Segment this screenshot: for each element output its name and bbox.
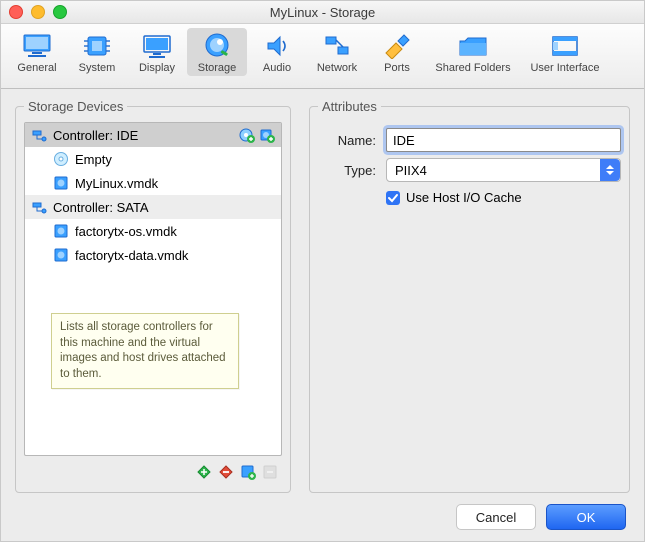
tab-label: General [17, 62, 56, 74]
body: Storage Devices Controller: IDE [1, 89, 644, 493]
dialog-buttons: Cancel OK [1, 493, 644, 541]
tree-label: MyLinux.vmdk [75, 176, 158, 191]
tree-item-mylinux-vmdk[interactable]: MyLinux.vmdk [25, 171, 281, 195]
ok-button[interactable]: OK [546, 504, 626, 530]
tree-label: factorytx-data.vmdk [75, 248, 188, 263]
display-icon [142, 30, 172, 62]
disk-image-icon [53, 223, 69, 239]
ports-icon [382, 30, 412, 62]
hard-drive-icon [202, 30, 232, 62]
attributes-panel-wrap: Attributes Name: Type: PIIX4 [309, 99, 630, 493]
settings-window: MyLinux - Storage General System Display… [0, 0, 645, 542]
window-layout-icon [548, 30, 582, 62]
add-optical-drive-button[interactable] [239, 127, 255, 143]
tab-label: Ports [384, 62, 410, 74]
tree-label: Empty [75, 152, 112, 167]
chevron-up-down-icon [600, 159, 620, 181]
folder-icon [456, 30, 490, 62]
storage-actions [24, 456, 282, 484]
tab-label: Display [139, 62, 175, 74]
add-attachment-button[interactable] [240, 464, 256, 480]
tab-storage[interactable]: Storage [187, 28, 247, 76]
tree-item-factorytx-os[interactable]: factorytx-os.vmdk [25, 219, 281, 243]
tab-system[interactable]: System [67, 28, 127, 76]
network-icon [322, 30, 352, 62]
tab-label: System [79, 62, 116, 74]
disk-image-icon [53, 247, 69, 263]
tree-label: Controller: SATA [53, 200, 149, 215]
attributes-panel: Attributes Name: Type: PIIX4 [309, 99, 630, 493]
host-io-checkbox[interactable] [386, 191, 400, 205]
settings-toolbar: General System Display Storage Audio [1, 24, 644, 89]
storage-devices-panel: Storage Devices Controller: IDE [15, 99, 291, 493]
disk-image-icon [53, 175, 69, 191]
tab-label: Shared Folders [435, 62, 510, 74]
controller-sata[interactable]: Controller: SATA [25, 195, 281, 219]
tree-item-empty[interactable]: Empty [25, 147, 281, 171]
remove-controller-button[interactable] [218, 464, 234, 480]
optical-disk-icon [53, 151, 69, 167]
cancel-button[interactable]: Cancel [456, 504, 536, 530]
type-label: Type: [318, 163, 376, 178]
attributes-title: Attributes [318, 99, 381, 114]
monitor-icon [22, 30, 52, 62]
speaker-icon [262, 30, 292, 62]
tab-label: Network [317, 62, 357, 74]
close-window-button[interactable] [9, 5, 23, 19]
tab-general[interactable]: General [7, 28, 67, 76]
controller-icon [31, 199, 47, 215]
controller-ide[interactable]: Controller: IDE [25, 123, 281, 147]
remove-attachment-button[interactable] [262, 464, 278, 480]
button-label: OK [577, 510, 596, 525]
host-io-row: Use Host I/O Cache [386, 190, 621, 205]
chip-icon [82, 30, 112, 62]
tab-label: Audio [263, 62, 291, 74]
name-row: Name: [318, 128, 621, 152]
tab-label: User Interface [530, 62, 599, 74]
type-row: Type: PIIX4 [318, 158, 621, 182]
window-controls [9, 5, 67, 19]
tab-ports[interactable]: Ports [367, 28, 427, 76]
storage-devices-panel-wrap: Storage Devices Controller: IDE [15, 99, 291, 493]
tab-shared-folders[interactable]: Shared Folders [427, 28, 519, 76]
tree-label: Controller: IDE [53, 128, 138, 143]
window-title: MyLinux - Storage [1, 5, 644, 20]
add-controller-button[interactable] [196, 464, 212, 480]
zoom-window-button[interactable] [53, 5, 67, 19]
minimize-window-button[interactable] [31, 5, 45, 19]
name-label: Name: [318, 133, 376, 148]
tab-display[interactable]: Display [127, 28, 187, 76]
storage-devices-title: Storage Devices [24, 99, 127, 114]
type-value: PIIX4 [395, 163, 427, 178]
name-input[interactable] [386, 128, 621, 152]
tab-user-interface[interactable]: User Interface [519, 28, 611, 76]
button-label: Cancel [476, 510, 516, 525]
controller-icon [31, 127, 47, 143]
tab-label: Storage [198, 62, 237, 74]
tree-label: factorytx-os.vmdk [75, 224, 177, 239]
host-io-label: Use Host I/O Cache [406, 190, 522, 205]
titlebar: MyLinux - Storage [1, 1, 644, 24]
type-select[interactable]: PIIX4 [386, 158, 621, 182]
storage-tree[interactable]: Controller: IDE [24, 122, 282, 456]
tab-network[interactable]: Network [307, 28, 367, 76]
tree-item-factorytx-data[interactable]: factorytx-data.vmdk [25, 243, 281, 267]
add-hard-disk-button[interactable] [259, 127, 275, 143]
tab-audio[interactable]: Audio [247, 28, 307, 76]
storage-tree-tooltip: Lists all storage controllers for this m… [51, 313, 239, 389]
